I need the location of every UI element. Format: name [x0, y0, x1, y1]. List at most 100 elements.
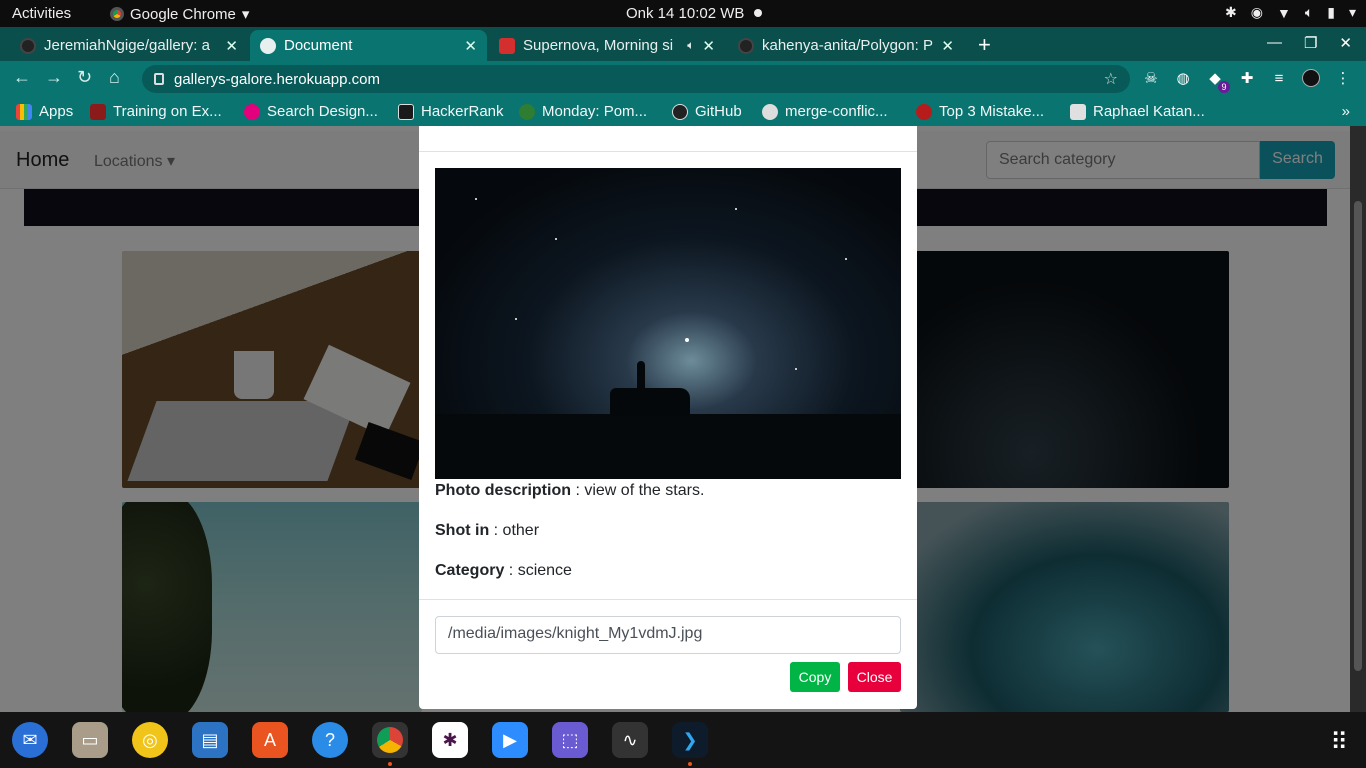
running-indicator — [388, 762, 392, 766]
tab-title: kahenya-anita/Polygon: P — [762, 37, 933, 54]
bookmark-raphael[interactable]: Raphael Katan... — [1070, 103, 1205, 120]
bookmark-top3[interactable]: Top 3 Mistake... — [916, 103, 1044, 120]
more-menu-icon[interactable]: ⋮ — [1334, 69, 1352, 87]
bookmark-label: Raphael Katan... — [1093, 103, 1205, 120]
photo-modal: Photo description : view of the stars. S… — [419, 126, 917, 709]
extensions-area: ☠ ◍ ◆ 9 ✚ ≡ ⋮ — [1142, 69, 1352, 93]
files-icon[interactable]: ▭ — [72, 722, 108, 758]
copy-button[interactable]: Copy — [790, 662, 840, 692]
maximize-icon[interactable]: ❐ — [1304, 34, 1317, 52]
close-tab-icon[interactable]: ✕ — [702, 37, 715, 55]
toolbar: ← → ↻ ⌂ gallerys-galore.herokuapp.com ☆ … — [0, 61, 1366, 97]
rhythmbox-icon[interactable]: ◎ — [132, 722, 168, 758]
chevron-down-icon: ▾ — [241, 6, 250, 23]
forward-icon[interactable]: → — [45, 67, 63, 88]
activities-button[interactable]: Activities — [12, 5, 71, 22]
scrollbar-thumb[interactable] — [1354, 201, 1362, 671]
help-icon[interactable]: ? — [312, 722, 348, 758]
bookmark-monday[interactable]: Monday: Pom... — [519, 103, 647, 120]
profile-avatar[interactable] — [1302, 69, 1320, 87]
star-dot — [795, 368, 797, 370]
lock-icon[interactable] — [154, 73, 164, 85]
bookmark-label: HackerRank — [421, 103, 504, 120]
running-indicator — [688, 762, 692, 766]
system-top-bar: Activities Google Chrome ▾ Onk 14 10:02 … — [0, 0, 1366, 27]
screenshot-icon[interactable]: ⬚ — [552, 722, 588, 758]
close-button[interactable]: Close — [848, 662, 901, 692]
jeep-silhouette — [610, 388, 690, 416]
chrome-dock-icon[interactable] — [372, 722, 408, 758]
tab-title: Document — [284, 37, 353, 54]
bookmark-favicon-icon — [916, 103, 932, 120]
slack-icon[interactable]: ✱ — [432, 722, 468, 758]
bookmark-label: Training on Ex... — [113, 103, 222, 120]
system-tray[interactable]: ✱ ◉ ▼ 🔈︎ ▮ ▾ — [1225, 4, 1356, 21]
software-center-icon[interactable]: A — [252, 722, 288, 758]
video-icon — [499, 37, 515, 54]
back-icon[interactable]: ← — [13, 67, 31, 88]
url-text[interactable]: gallerys-galore.herokuapp.com — [174, 71, 380, 88]
tab-github-gallery[interactable]: JeremiahNgige/gallery: a ✕ — [10, 30, 248, 61]
tab-document[interactable]: Document ✕ — [250, 30, 487, 61]
bookmark-merge-conflict[interactable]: merge-conflic... — [762, 103, 888, 120]
notification-dot — [754, 9, 762, 17]
extension-globe-icon[interactable]: ◍ — [1174, 69, 1192, 87]
star-dot — [475, 198, 477, 200]
home-icon[interactable]: ⌂ — [109, 67, 120, 88]
battery-icon[interactable]: ▮ — [1327, 4, 1335, 21]
bookmark-search-design[interactable]: Search Design... — [244, 103, 378, 120]
chrome-icon — [110, 7, 124, 21]
reload-icon[interactable]: ↻ — [77, 67, 92, 88]
tab-supernova[interactable]: Supernova, Morning si 🔈︎ ✕ — [489, 30, 725, 61]
media-control-icon[interactable]: ≡ — [1270, 69, 1288, 87]
tab-polygon[interactable]: kahenya-anita/Polygon: P ✕ — [728, 30, 964, 61]
bookmark-label: Apps — [39, 103, 74, 120]
image-path-field[interactable]: /media/images/knight_My1vdmJ.jpg — [435, 616, 901, 654]
vscode-icon[interactable]: ❯ — [672, 722, 708, 758]
address-bar[interactable]: gallerys-galore.herokuapp.com ☆ — [142, 65, 1130, 93]
shot-in-label: Shot in — [435, 522, 490, 539]
github-icon — [672, 103, 688, 120]
new-tab-button[interactable]: + — [978, 32, 991, 58]
app-menu[interactable]: Google Chrome ▾ — [110, 5, 249, 23]
volume-icon[interactable]: 🔈︎ — [1305, 4, 1313, 21]
bookmark-favicon-icon — [1070, 103, 1086, 120]
bookmarks-overflow-icon[interactable]: » — [1342, 103, 1350, 120]
zoom-icon[interactable]: ▶ — [492, 722, 528, 758]
globe-icon — [260, 37, 276, 54]
hackerrank-icon — [398, 103, 414, 120]
bookmark-apps[interactable]: Apps — [16, 103, 73, 120]
wifi-icon[interactable]: ▼ — [1277, 5, 1291, 21]
show-applications-icon[interactable]: ⠿ — [1330, 728, 1348, 757]
page-scrollbar[interactable] — [1350, 126, 1366, 712]
page-viewport: Home Locations ▾ Search category Search … — [0, 126, 1366, 712]
puzzle-icon[interactable]: ✚ — [1238, 69, 1256, 87]
close-window-icon[interactable]: ✕ — [1339, 34, 1352, 52]
bookmark-hackerrank[interactable]: HackerRank — [398, 103, 504, 120]
system-monitor-icon[interactable]: ∿ — [612, 722, 648, 758]
description-value: : view of the stars. — [571, 482, 705, 499]
bookmark-star-icon[interactable]: ☆ — [1104, 69, 1118, 89]
close-tab-icon[interactable]: ✕ — [941, 37, 954, 55]
extension-skull-icon[interactable]: ☠ — [1142, 69, 1160, 87]
photo-description-row: Photo description : view of the stars. — [435, 482, 704, 500]
description-label: Photo description — [435, 482, 571, 499]
extension-badge-icon[interactable]: ◆ 9 — [1206, 69, 1230, 93]
thunderbird-icon[interactable]: ✉ — [12, 722, 48, 758]
star-dot — [845, 258, 847, 260]
clock[interactable]: Onk 14 10:02 WB — [626, 5, 744, 22]
close-tab-icon[interactable]: ✕ — [225, 37, 238, 55]
speaker-icon[interactable]: 🔈︎ — [687, 38, 694, 53]
bookmark-label: Top 3 Mistake... — [939, 103, 1045, 120]
bookmark-training[interactable]: Training on Ex... — [90, 103, 222, 120]
chrome-tray-icon[interactable]: ◉ — [1251, 4, 1263, 21]
bookmark-github[interactable]: GitHub — [672, 103, 742, 120]
modal-header-divider — [419, 151, 917, 152]
star-dot — [515, 318, 517, 320]
power-menu-icon[interactable]: ▾ — [1349, 4, 1356, 21]
close-tab-icon[interactable]: ✕ — [464, 37, 477, 55]
writer-icon[interactable]: ▤ — [192, 722, 228, 758]
minimize-icon[interactable]: — — [1267, 34, 1282, 52]
star-dot — [555, 238, 557, 240]
slack-tray-icon[interactable]: ✱ — [1225, 4, 1237, 21]
